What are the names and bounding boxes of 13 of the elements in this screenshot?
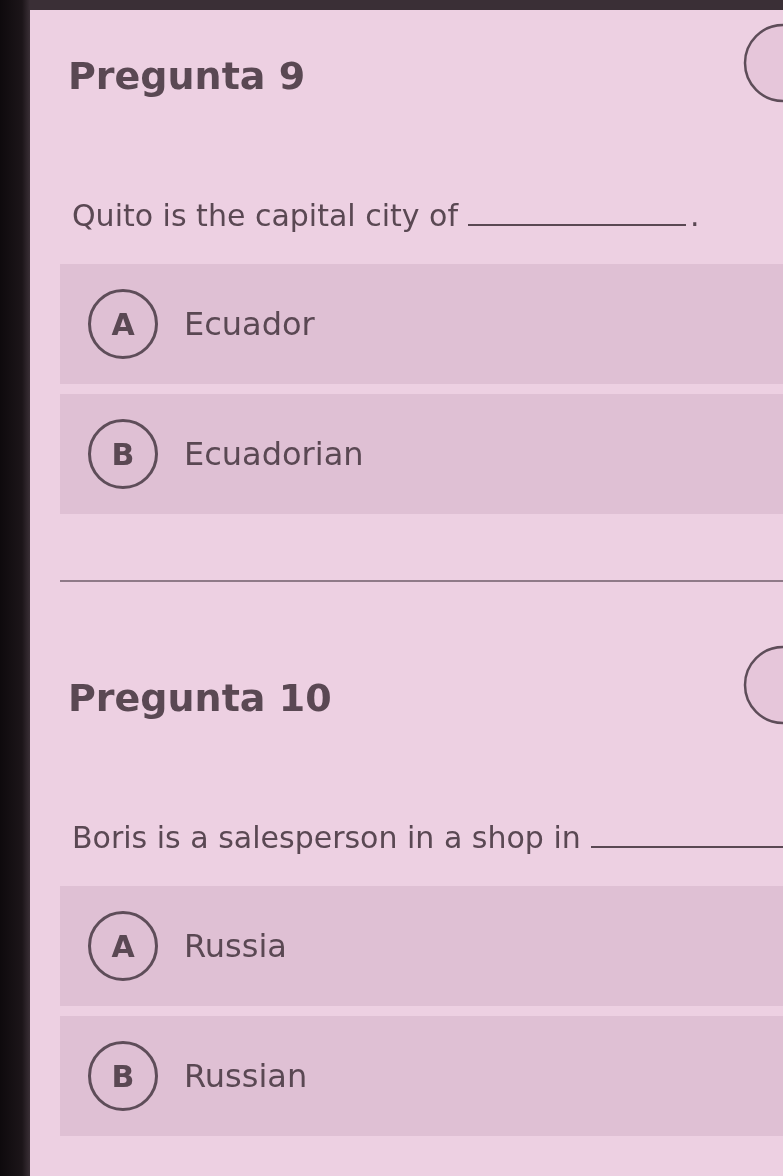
sentence-period: . — [689, 197, 700, 235]
answer-option[interactable]: A Russia — [60, 886, 783, 1006]
answer-option[interactable]: B Ecuadorian — [60, 394, 783, 514]
answer-option[interactable]: B Russian — [60, 1016, 783, 1136]
question-title: Pregunta 10 — [67, 675, 332, 722]
option-letter: A — [88, 289, 158, 359]
option-letter: A — [88, 911, 158, 981]
question-text: Quito is the capital city of — [72, 197, 458, 235]
question-title: Pregunta 9 — [67, 53, 306, 100]
question-text: Boris is a salesperson in a shop in — [72, 819, 581, 857]
answer-option[interactable]: A Ecuador — [60, 264, 783, 384]
option-letter: B — [88, 1041, 158, 1111]
option-letter: B — [88, 419, 158, 489]
